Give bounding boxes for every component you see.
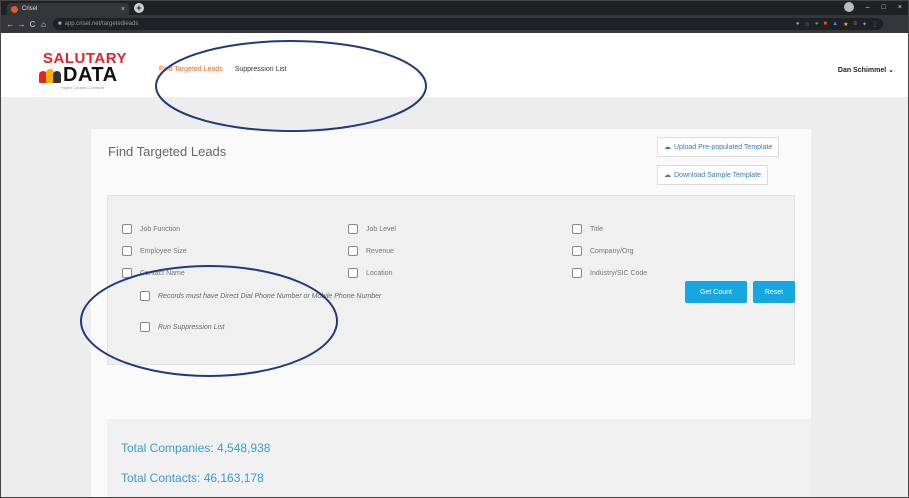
- close-tab-icon[interactable]: ×: [121, 6, 125, 13]
- checkbox[interactable]: [348, 246, 358, 256]
- filter-job-function[interactable]: Job Function: [122, 224, 180, 234]
- url-text: app.crisel.net/targetedleads: [64, 21, 139, 27]
- app-header: SALUTARY DATA Highly Curated Contacts Fi…: [1, 33, 908, 97]
- download-template-label: Download Sample Template: [674, 171, 762, 179]
- nav-suppression-list[interactable]: Suppression List: [235, 66, 287, 73]
- filter-job-level[interactable]: Job Level: [348, 224, 396, 234]
- nav-find-targeted-leads[interactable]: Find Targeted Leads: [159, 66, 223, 73]
- window-controls: – □ ×: [843, 2, 902, 12]
- checkbox[interactable]: [122, 224, 132, 234]
- checkbox[interactable]: [348, 268, 358, 278]
- filter-label: Industry/SIC Code: [590, 269, 648, 277]
- filter-label: Job Function: [140, 225, 181, 233]
- browser-tabbar: Crisel × + – □ ×: [1, 1, 908, 15]
- option-run-suppression[interactable]: Run Suppression List: [140, 322, 225, 332]
- filter-employee-size[interactable]: Employee Size: [122, 246, 187, 256]
- get-count-button[interactable]: Get Count: [685, 281, 747, 303]
- address-bar[interactable]: ■ app.crisel.net/targetedleads ● ☆ ● ■ ▲…: [53, 18, 883, 30]
- user-menu[interactable]: Dan Schimmel ⌄: [838, 66, 894, 74]
- menu-icon[interactable]: ⋮: [872, 21, 878, 28]
- people-icon: [37, 67, 63, 83]
- filter-label: Employee Size: [140, 247, 187, 255]
- user-name: Dan Schimmel: [837, 67, 887, 74]
- lock-icon: ■: [58, 21, 62, 27]
- option-label: Run Suppression List: [158, 323, 225, 331]
- page-title: Find Targeted Leads: [108, 144, 227, 159]
- upload-template-button[interactable]: ☁ Upload Pre-populated Template: [657, 137, 780, 157]
- chevron-down-icon: ⌄: [888, 67, 894, 74]
- checkbox[interactable]: [122, 268, 132, 278]
- favicon-icon: [11, 5, 18, 13]
- back-arrow-icon[interactable]: ←: [5, 20, 16, 29]
- extension-icon[interactable]: ●: [815, 21, 819, 27]
- cloud-download-icon: ☁: [664, 172, 671, 179]
- upload-template-label: Upload Pre-populated Template: [674, 143, 773, 151]
- filter-location[interactable]: Location: [348, 268, 392, 278]
- totals-box: Total Companies: 4,548,938 Total Contact…: [107, 419, 811, 497]
- total-contacts: Total Contacts: 46,163,178: [121, 471, 264, 485]
- filter-title[interactable]: Title: [572, 224, 603, 234]
- main-nav: Find Targeted Leads Suppression List: [159, 66, 286, 73]
- filter-label: Location: [366, 269, 393, 277]
- browser-tab[interactable]: Crisel ×: [7, 3, 129, 15]
- browser-toolbar: ← → C ⌂ ■ app.crisel.net/targetedleads ●…: [1, 15, 908, 33]
- extension-icon[interactable]: ≡: [853, 21, 857, 27]
- checkbox[interactable]: [572, 224, 582, 234]
- minimize-button[interactable]: –: [866, 4, 870, 11]
- download-template-button[interactable]: ☁ Download Sample Template: [657, 165, 769, 185]
- logo-bottom-text: DATA: [63, 64, 118, 86]
- total-companies: Total Companies: 4,548,938: [121, 441, 271, 455]
- filter-label: Job Level: [366, 225, 396, 233]
- home-icon[interactable]: ⌂: [38, 20, 49, 29]
- forward-arrow-icon[interactable]: →: [16, 20, 27, 29]
- extension-icon[interactable]: ▲: [832, 21, 838, 27]
- filter-company-org[interactable]: Company/Org: [572, 246, 634, 256]
- tab-title: Crisel: [22, 6, 38, 12]
- filter-label: Revenue: [366, 247, 395, 255]
- checkbox[interactable]: [348, 224, 358, 234]
- find-leads-panel: Find Targeted Leads ☁ Upload Pre-populat…: [91, 129, 811, 497]
- screenshot-frame: Crisel × + – □ × ← → C ⌂ ■ app.crisel.ne…: [0, 0, 909, 498]
- checkbox[interactable]: [140, 291, 150, 301]
- option-direct-dial[interactable]: Records must have Direct Dial Phone Numb…: [140, 291, 381, 301]
- star-icon[interactable]: ☆: [804, 21, 809, 28]
- filter-revenue[interactable]: Revenue: [348, 246, 394, 256]
- checkbox[interactable]: [122, 246, 132, 256]
- filter-label: Contact Name: [140, 269, 185, 277]
- close-window-button[interactable]: ×: [898, 4, 902, 11]
- profile-icon[interactable]: [843, 2, 854, 12]
- reload-icon[interactable]: C: [27, 20, 38, 29]
- checkbox[interactable]: [572, 246, 582, 256]
- filter-box: Job Function Employee Size Contact Name …: [107, 195, 795, 365]
- filter-contact-name[interactable]: Contact Name: [122, 268, 185, 278]
- checkbox[interactable]: [140, 322, 150, 332]
- checkbox[interactable]: [572, 268, 582, 278]
- maximize-button[interactable]: □: [882, 4, 886, 11]
- puzzle-icon[interactable]: ✦: [862, 21, 867, 28]
- zoom-icon[interactable]: ●: [796, 21, 800, 27]
- extension-icon[interactable]: ■: [823, 21, 827, 27]
- filter-label: Company/Org: [590, 247, 634, 255]
- filter-label: Title: [590, 225, 603, 233]
- reset-button[interactable]: Reset: [753, 281, 795, 303]
- option-label: Records must have Direct Dial Phone Numb…: [158, 292, 382, 300]
- extension-icon[interactable]: ★: [843, 21, 848, 28]
- cloud-upload-icon: ☁: [664, 144, 671, 151]
- filter-industry-sic-code[interactable]: Industry/SIC Code: [572, 268, 647, 278]
- new-tab-button[interactable]: +: [134, 3, 144, 13]
- salutary-data-logo[interactable]: SALUTARY DATA Highly Curated Contacts: [37, 51, 127, 93]
- extension-icons: ● ☆ ● ■ ▲ ★ ≡ ✦ ⋮: [796, 21, 878, 28]
